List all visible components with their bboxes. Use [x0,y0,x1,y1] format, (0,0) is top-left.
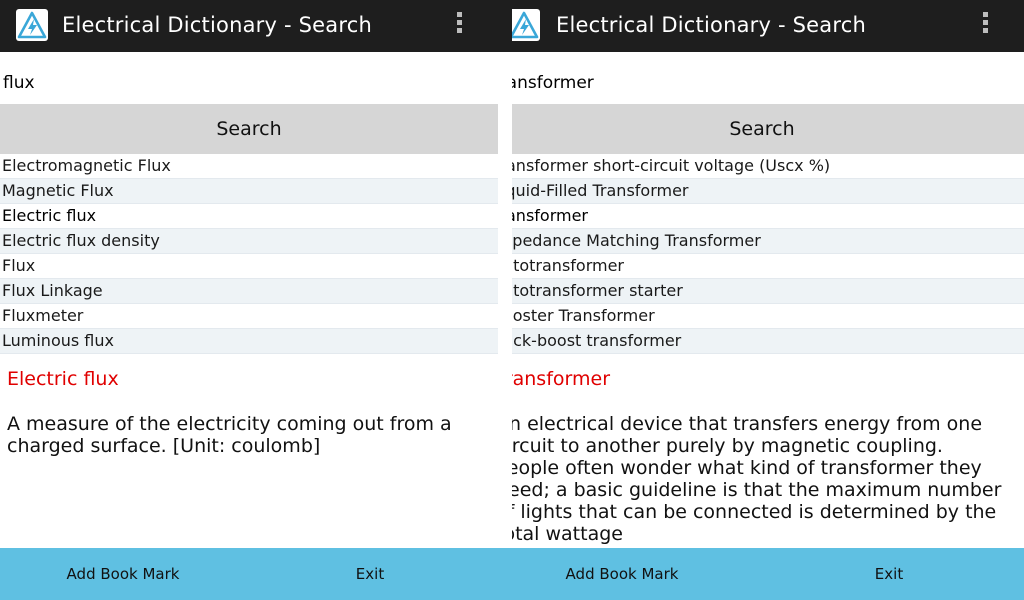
results-list: Transformer short-circuit voltage (Uscx … [512,154,1024,354]
search-input[interactable] [0,62,503,104]
detail-term: Transformer [512,368,611,390]
screen-pane-right: Electrical Dictionary - Search Search Tr… [512,0,1024,600]
list-item[interactable]: Electromagnetic Flux [0,154,498,179]
list-item[interactable]: Transformer short-circuit voltage (Uscx … [512,154,1024,179]
bottom-bar: Add Book Mark Exit [512,548,1024,600]
search-input[interactable] [512,62,993,104]
add-bookmark-button[interactable]: Add Book Mark [512,548,732,600]
search-field [512,62,1000,104]
overflow-menu-icon[interactable] [980,12,990,40]
detail-definition: A measure of the electricity coming out … [7,413,452,457]
list-item[interactable]: Buck-boost transformer [512,329,1024,354]
app-title: Electrical Dictionary - Search [62,13,372,37]
screen-pane-left: Electrical Dictionary - Search Search El… [0,0,512,600]
list-item[interactable]: Luminous flux [0,329,498,354]
app-title: Electrical Dictionary - Search [556,13,866,37]
list-item[interactable]: Liquid-Filled Transformer [512,179,1024,204]
overflow-menu-icon[interactable] [454,12,464,40]
exit-button[interactable]: Exit [822,548,956,600]
list-item[interactable]: Magnetic Flux [0,179,498,204]
bottom-bar: Add Book Mark Exit [0,548,512,600]
exit-button[interactable]: Exit [300,548,440,600]
list-item[interactable]: Flux [0,254,498,279]
search-button[interactable]: Search [512,104,1024,154]
list-item[interactable]: Autotransformer starter [512,279,1024,304]
list-item[interactable]: Autotransformer [512,254,1024,279]
lightning-triangle-icon [512,9,540,41]
list-item[interactable]: Impedance Matching Transformer [512,229,1024,254]
results-list: Electromagnetic Flux Magnetic Flux Elect… [0,154,498,354]
app-bar: Electrical Dictionary - Search [0,0,512,52]
lightning-triangle-icon [16,9,48,41]
app-bar: Electrical Dictionary - Search [512,0,1024,52]
detail-term: Electric flux [7,368,119,390]
list-item[interactable]: Transformer [512,204,1024,229]
search-field [0,62,510,104]
list-item[interactable]: Electric flux density [0,229,498,254]
list-item[interactable]: Electric flux [0,204,498,229]
add-bookmark-button[interactable]: Add Book Mark [30,548,216,600]
detail-definition: An electrical device that transfers ener… [512,413,1002,545]
list-item[interactable]: Flux Linkage [0,279,498,304]
list-item[interactable]: Fluxmeter [0,304,498,329]
list-item[interactable]: Booster Transformer [512,304,1024,329]
search-button[interactable]: Search [0,104,498,154]
